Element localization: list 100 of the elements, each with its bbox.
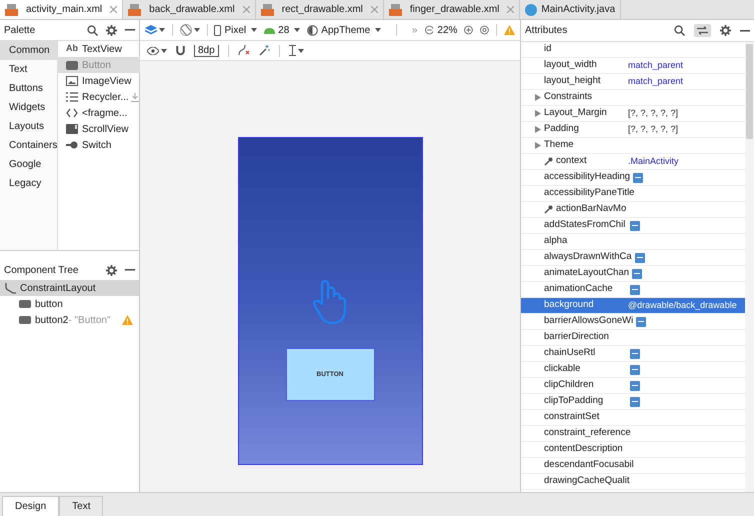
scrollbar[interactable] [745, 42, 754, 492]
close-icon[interactable] [110, 6, 118, 13]
attribute-row[interactable]: constraint_reference [521, 426, 745, 442]
palette-category[interactable]: Legacy [0, 174, 57, 193]
attribute-row[interactable]: addStatesFromChil [521, 218, 745, 234]
minimize-icon[interactable] [125, 269, 135, 271]
collapsed-arrow-icon[interactable] [535, 94, 541, 101]
unset-toggle[interactable] [630, 220, 640, 230]
palette-widget[interactable]: ImageView [58, 73, 142, 89]
unset-toggle[interactable] [630, 284, 640, 294]
tree-item[interactable]: button2- "Button" [0, 312, 139, 328]
unset-toggle[interactable] [633, 172, 644, 182]
palette-category[interactable]: Containers [0, 136, 57, 155]
unset-toggle[interactable] [636, 316, 646, 326]
close-icon[interactable] [370, 6, 378, 13]
api-dropdown[interactable]: 28 [264, 22, 300, 38]
attribute-row[interactable]: Constraints [521, 90, 745, 106]
device-dropdown[interactable]: Pixel [214, 22, 258, 38]
warning-icon[interactable] [504, 25, 515, 35]
attribute-row[interactable]: clipToPadding [521, 394, 745, 410]
zoom-in-icon[interactable] [464, 24, 474, 36]
collapsed-arrow-icon[interactable] [535, 142, 541, 149]
caret-icon [298, 48, 304, 52]
attribute-row[interactable]: descendantFocusabil [521, 458, 745, 474]
attribute-row[interactable]: background @drawable/back_drawable [521, 298, 745, 314]
text-baseline-icon[interactable] [288, 45, 296, 56]
palette-category[interactable]: Buttons [0, 79, 57, 98]
attribute-row[interactable]: animateLayoutChan [521, 266, 745, 282]
magic-wand-icon[interactable] [258, 45, 270, 56]
attribute-value: [?, ?, ?, ?, ?] [628, 122, 678, 136]
palette-widget[interactable]: Ab TextView [58, 41, 142, 57]
close-icon[interactable] [242, 6, 250, 13]
unset-toggle[interactable] [632, 268, 642, 278]
tree-item[interactable]: ConstraintLayout [0, 280, 139, 296]
attribute-row[interactable]: layout_width match_parent [521, 58, 745, 74]
layers-icon[interactable] [145, 24, 157, 36]
attribute-name: constraint_reference [544, 426, 631, 440]
phone-icon [214, 24, 222, 36]
palette-category[interactable]: Google [0, 155, 57, 174]
palette-category[interactable]: Text [0, 60, 57, 79]
attribute-row[interactable]: accessibilityHeading [521, 170, 745, 186]
attribute-row[interactable]: context .MainActivity [521, 154, 745, 170]
palette-widget[interactable]: ScrollView [58, 121, 142, 137]
attribute-row[interactable]: contentDescription [521, 442, 745, 458]
close-icon[interactable] [507, 6, 514, 13]
minimize-icon[interactable] [740, 30, 750, 32]
attribute-row[interactable]: clipChildren [521, 378, 745, 394]
wrench-icon [544, 157, 553, 166]
unset-toggle[interactable] [630, 380, 640, 390]
download-icon[interactable] [130, 92, 139, 102]
palette-widget[interactable]: Recycler... [58, 89, 142, 105]
minimize-icon[interactable] [125, 29, 135, 31]
attribute-row[interactable]: chainUseRtl [521, 346, 745, 362]
attribute-row[interactable]: constraintSet [521, 410, 745, 426]
attribute-name: Padding [544, 122, 579, 136]
editor-tab[interactable]: Text [59, 496, 104, 516]
margin-button[interactable]: 8dp [194, 44, 219, 56]
eye-icon[interactable] [147, 46, 159, 54]
unset-toggle[interactable] [630, 348, 640, 358]
zoom-out-icon[interactable] [424, 24, 434, 36]
palette-category[interactable]: Layouts [0, 117, 57, 136]
attribute-row[interactable]: alwaysDrawnWithCa [521, 250, 745, 266]
swap-button[interactable] [694, 24, 711, 37]
clear-constraints-icon[interactable] [238, 45, 250, 56]
attribute-row[interactable]: drawingCacheQualit [521, 474, 745, 490]
settings-icon[interactable] [106, 264, 117, 276]
attribute-row[interactable]: id [521, 42, 745, 58]
attribute-row[interactable]: alpha [521, 234, 745, 250]
search-icon[interactable] [87, 24, 98, 36]
file-tab[interactable]: activity_main.xml [0, 0, 124, 19]
palette-category[interactable]: Common [0, 41, 57, 60]
attribute-row[interactable]: Padding [?, ?, ?, ?, ?] [521, 122, 745, 138]
settings-icon[interactable] [720, 25, 731, 36]
attribute-row[interactable]: clickable [521, 362, 745, 378]
zoom-fit-icon[interactable] [480, 24, 490, 36]
palette-widget[interactable]: Switch [58, 137, 142, 153]
palette-widget[interactable]: <fragme... [58, 105, 142, 121]
palette-category[interactable]: Widgets [0, 98, 57, 117]
tree-item[interactable]: button [0, 296, 139, 312]
attribute-name: alpha [544, 234, 568, 248]
attribute-row[interactable]: Theme [521, 138, 745, 154]
attribute-row[interactable]: barrierAllowsGoneWi [521, 314, 745, 330]
attribute-row[interactable]: Layout_Margin [?, ?, ?, ?, ?] [521, 106, 745, 122]
attribute-row[interactable]: layout_height match_parent [521, 74, 745, 90]
collapsed-arrow-icon[interactable] [535, 126, 541, 133]
rotate-icon[interactable] [180, 24, 192, 36]
attribute-row[interactable]: barrierDirection [521, 330, 745, 346]
unset-toggle[interactable] [630, 396, 640, 406]
attribute-row[interactable]: actionBarNavMo [521, 202, 745, 218]
unset-toggle[interactable] [630, 364, 640, 374]
collapsed-arrow-icon[interactable] [535, 110, 541, 117]
attribute-row[interactable]: accessibilityPaneTitle [521, 186, 745, 202]
attribute-name: context [556, 154, 587, 168]
settings-icon[interactable] [106, 24, 117, 36]
file-icon [388, 4, 402, 16]
editor-tab[interactable]: Design [2, 496, 60, 516]
theme-dropdown[interactable]: AppTheme [307, 22, 382, 38]
unset-toggle[interactable] [634, 252, 645, 262]
search-icon[interactable] [674, 25, 685, 36]
magnet-icon[interactable] [176, 46, 185, 56]
